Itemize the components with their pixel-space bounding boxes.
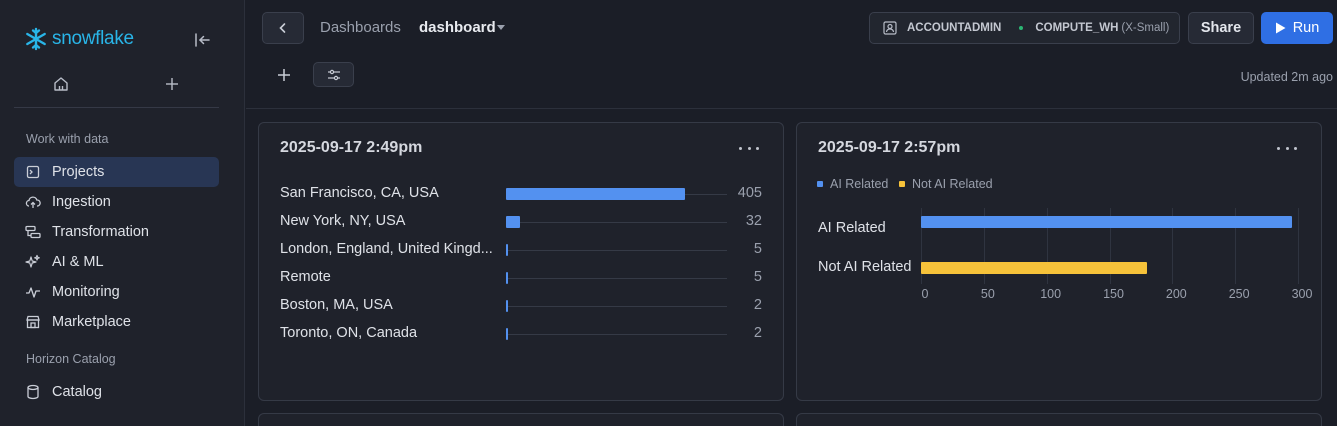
- dashboard-tile-3[interactable]: [258, 413, 784, 426]
- section-horizon-catalog: Horizon Catalog: [26, 352, 116, 366]
- bar-category-label: Toronto, ON, Canada: [280, 325, 418, 341]
- add-tile-icon[interactable]: [274, 65, 294, 85]
- collapse-sidebar-icon[interactable]: [192, 30, 212, 50]
- sidebar-item-monitoring[interactable]: Monitoring: [14, 277, 219, 307]
- bar[interactable]: [506, 244, 509, 256]
- bar-category-label: Remote: [280, 269, 331, 285]
- bar[interactable]: [921, 262, 1148, 274]
- gridline: [1298, 208, 1299, 284]
- x-tick-label: 200: [1165, 287, 1187, 301]
- sidebar-item-label: Transformation: [52, 224, 149, 240]
- x-tick-label: 300: [1291, 287, 1313, 301]
- dashboard-tile-1[interactable]: 2025-09-17 2:49pm: [258, 122, 784, 401]
- x-tick-label: 50: [980, 287, 995, 301]
- warehouse-status-dot: [1019, 26, 1024, 30]
- snowflake-logo[interactable]: snowflake: [24, 27, 134, 51]
- x-tick-label: 150: [1103, 287, 1124, 301]
- sidebar-item-transformation[interactable]: Transformation: [14, 217, 219, 247]
- filter-settings-button[interactable]: [313, 62, 354, 87]
- bar[interactable]: [506, 216, 521, 228]
- section-work-with-data: Work with data: [26, 132, 109, 146]
- breadcrumb-dashboards[interactable]: Dashboards: [320, 19, 401, 36]
- bar-category-label: New York, NY, USA: [280, 213, 406, 229]
- y-category-label: Not AI Related: [818, 259, 912, 275]
- back-button[interactable]: [262, 12, 304, 44]
- sliders-icon: [327, 69, 340, 80]
- bar[interactable]: [506, 300, 508, 312]
- sidebar-item-label: Projects: [52, 164, 105, 180]
- breadcrumb-current[interactable]: dashboard: [419, 19, 496, 36]
- bar-value-label: 5: [753, 269, 762, 285]
- sidebar-item-label: Monitoring: [52, 284, 120, 300]
- x-tick-label: 0: [921, 287, 929, 301]
- sidebar-item-ai-ml[interactable]: AI & ML: [14, 247, 219, 277]
- tile-title: 2025-09-17 2:49pm: [280, 139, 423, 156]
- user-role-icon: [883, 21, 897, 35]
- warehouse-size: (X-Small): [1121, 22, 1170, 34]
- tile-more-icon[interactable]: [1277, 141, 1297, 155]
- x-tick-label: 100: [1040, 287, 1062, 301]
- share-button[interactable]: Share: [1188, 12, 1254, 44]
- bar-track: [506, 278, 727, 279]
- sidebar-item-label: Catalog: [52, 384, 102, 400]
- logo-text: snowflake: [52, 28, 134, 49]
- bar-value-label: 405: [737, 185, 762, 201]
- updated-timestamp: Updated 2m ago: [1240, 70, 1333, 84]
- bar[interactable]: [506, 188, 685, 200]
- legend-item[interactable]: AI Related: [817, 177, 888, 191]
- bar-value-label: 32: [745, 213, 762, 229]
- database-icon: [25, 384, 41, 400]
- sidebar: snowflake Work with data Projects Ingest…: [0, 0, 245, 426]
- role-name: ACCOUNTADMIN: [907, 22, 1002, 34]
- sidebar-item-label: AI & ML: [52, 254, 104, 270]
- run-button[interactable]: Run: [1261, 12, 1333, 44]
- bar-track: [506, 222, 727, 223]
- bar[interactable]: [506, 328, 508, 340]
- projects-icon: [25, 164, 41, 180]
- y-category-label: AI Related: [818, 220, 886, 236]
- bar-track: [506, 334, 727, 335]
- activity-icon: [25, 284, 41, 300]
- transformation-icon: [25, 224, 41, 240]
- legend-swatch: [899, 181, 905, 187]
- play-icon: [1275, 22, 1286, 34]
- bar-value-label: 5: [753, 241, 762, 257]
- store-icon: [25, 314, 41, 330]
- chevron-left-icon: [279, 23, 286, 33]
- snowflake-logo-icon: [26, 27, 46, 51]
- header-divider: [246, 108, 1337, 109]
- sidebar-item-marketplace[interactable]: Marketplace: [14, 307, 219, 337]
- bar-value-label: 2: [753, 297, 762, 313]
- sparkle-icon: [25, 254, 41, 270]
- bar-track: [506, 306, 727, 307]
- caret-down-icon[interactable]: [497, 25, 505, 30]
- bar-category-label: San Francisco, CA, USA: [280, 185, 439, 201]
- quick-actions: [14, 68, 219, 108]
- bar-category-label: London, England, United Kingd...: [280, 241, 493, 257]
- create-plus-icon[interactable]: [162, 74, 182, 94]
- bar[interactable]: [506, 272, 509, 284]
- home-icon[interactable]: [52, 75, 70, 93]
- legend-swatch: [817, 181, 823, 187]
- tile-title: 2025-09-17 2:57pm: [818, 139, 961, 156]
- sidebar-item-projects[interactable]: Projects: [14, 157, 219, 187]
- legend-label: AI Related: [830, 177, 889, 191]
- legend-item[interactable]: Not AI Related: [899, 177, 993, 191]
- sidebar-item-label: Ingestion: [52, 194, 111, 210]
- bar-track: [506, 250, 727, 251]
- legend-label: Not AI Related: [912, 177, 993, 191]
- warehouse-name: COMPUTE_WH: [1035, 22, 1119, 34]
- bar-value-label: 2: [753, 325, 762, 341]
- context-selector[interactable]: ACCOUNTADMIN COMPUTE_WH (X-Small): [869, 12, 1180, 44]
- dashboard-tile-4[interactable]: [796, 413, 1322, 426]
- run-label: Run: [1292, 20, 1320, 36]
- tile-more-icon[interactable]: [739, 141, 759, 155]
- sidebar-item-ingestion[interactable]: Ingestion: [14, 187, 219, 217]
- bar[interactable]: [921, 216, 1292, 228]
- sidebar-item-catalog[interactable]: Catalog: [14, 377, 219, 407]
- bar-category-label: Boston, MA, USA: [280, 297, 393, 313]
- sidebar-item-label: Marketplace: [52, 314, 131, 330]
- cloud-upload-icon: [25, 194, 41, 210]
- x-tick-label: 250: [1228, 287, 1250, 301]
